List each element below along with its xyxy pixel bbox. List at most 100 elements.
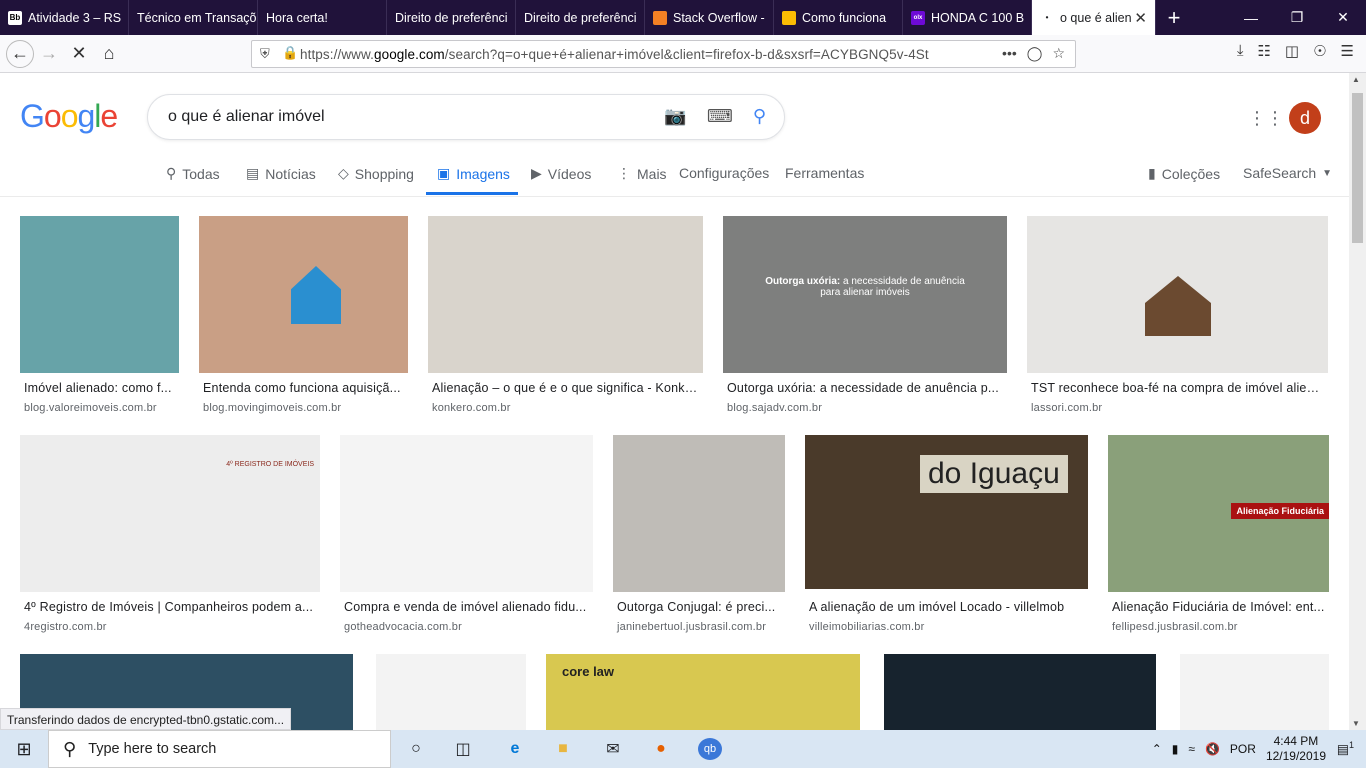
result-thumbnail[interactable]: Outorga uxória: a necessidade de anuênci… xyxy=(723,216,1007,373)
address-bar[interactable]: ⛨ 🔒 https://www.google.com/search?q=o+qu… xyxy=(251,40,1076,68)
file-explorer-icon[interactable]: ■ xyxy=(551,738,575,760)
lock-icon[interactable]: 🔒 xyxy=(282,45,298,61)
keyboard-icon[interactable]: ⌨ xyxy=(707,106,733,127)
bookmark-star-icon[interactable]: ☆ xyxy=(1052,45,1065,62)
tab-configuracoes[interactable]: Configurações xyxy=(679,165,769,181)
tab-imagens[interactable]: ▣ Imagens xyxy=(437,165,510,182)
tab-shopping[interactable]: ◇ Shopping xyxy=(338,165,414,182)
battery-icon[interactable]: ▮ xyxy=(1172,742,1179,756)
result-caption[interactable]: Outorga Conjugal: é preci... xyxy=(617,600,781,614)
result-thumbnail[interactable] xyxy=(199,216,408,373)
result-domain[interactable]: lassori.com.br xyxy=(1031,402,1102,414)
new-tab-button[interactable]: + xyxy=(1156,0,1192,35)
firefox-icon[interactable]: ● xyxy=(649,738,673,760)
browser-tab[interactable]: Como funciona xyxy=(774,0,903,35)
vertical-scrollbar[interactable]: ▲ ▼ xyxy=(1349,73,1366,730)
result-caption[interactable]: Alienação – o que é e o que significa - … xyxy=(432,381,699,395)
browser-tab[interactable]: • o que é alien ✕ xyxy=(1032,0,1156,35)
result-domain[interactable]: janinebertuol.jusbrasil.com.br xyxy=(617,621,766,633)
result-thumbnail[interactable] xyxy=(884,654,1156,730)
windows-start-icon[interactable]: ⊞ xyxy=(12,738,36,760)
browser-tab[interactable]: Direito de preferênci xyxy=(516,0,645,35)
result-thumbnail[interactable]: do Iguaçu xyxy=(805,435,1088,589)
download-icon[interactable]: ⤓ xyxy=(1237,42,1244,60)
notifications-icon[interactable]: ▤1 xyxy=(1337,740,1354,757)
wifi-icon[interactable]: ≈ xyxy=(1188,742,1195,756)
stop-loading-icon[interactable]: ✕ xyxy=(64,39,94,69)
page-actions-icon[interactable]: ••• xyxy=(1002,45,1017,62)
result-thumbnail[interactable] xyxy=(613,435,785,592)
clock[interactable]: 4:44 PM 12/19/2019 xyxy=(1266,734,1326,764)
result-domain[interactable]: fellipesd.jusbrasil.com.br xyxy=(1112,621,1238,633)
result-thumbnail[interactable] xyxy=(1027,216,1328,373)
result-domain[interactable]: gotheadvocacia.com.br xyxy=(344,621,462,633)
back-arrow-icon[interactable]: ← xyxy=(6,39,34,68)
search-icon[interactable]: ⚲ xyxy=(753,106,766,127)
browser-tab[interactable]: olx HONDA C 100 B xyxy=(903,0,1032,35)
safesearch-button[interactable]: SafeSearch ▼ xyxy=(1243,165,1332,181)
forward-arrow-icon[interactable]: → xyxy=(34,39,64,69)
browser-tab[interactable]: Bb Atividade 3 – RS xyxy=(0,0,129,35)
browser-tab[interactable]: Stack Overflow - xyxy=(645,0,774,35)
shield-icon[interactable]: ⛨ xyxy=(260,46,270,62)
result-thumbnail[interactable] xyxy=(20,216,179,373)
result-domain[interactable]: blog.sajadv.com.br xyxy=(727,402,822,414)
tab-ferramentas[interactable]: Ferramentas xyxy=(785,165,864,181)
home-icon[interactable]: ⌂ xyxy=(94,39,124,69)
result-thumbnail[interactable]: core law xyxy=(546,654,860,730)
scroll-down-icon[interactable]: ▼ xyxy=(1352,719,1360,728)
url-text[interactable]: https://www.google.com/search?q=o+que+é+… xyxy=(300,47,940,62)
browser-tab[interactable]: Hora certa! xyxy=(258,0,387,35)
result-thumbnail[interactable]: 4º REGISTRO DE IMÓVEIS xyxy=(20,435,320,592)
avatar[interactable]: d xyxy=(1289,102,1321,134)
scrollbar-thumb[interactable] xyxy=(1352,93,1363,243)
result-caption[interactable]: A alienação de um imóvel Locado - villel… xyxy=(809,600,1084,614)
scroll-up-icon[interactable]: ▲ xyxy=(1352,75,1360,84)
minimize-icon[interactable]: — xyxy=(1228,0,1274,35)
result-thumbnail[interactable] xyxy=(428,216,703,373)
tab-mais[interactable]: ⋮ Mais xyxy=(617,165,667,182)
cortana-icon[interactable]: ○ xyxy=(404,738,428,760)
qbittorrent-icon[interactable]: qb xyxy=(698,738,722,760)
browser-tab[interactable]: Direito de preferênci xyxy=(387,0,516,35)
sidebar-icon[interactable]: ◫ xyxy=(1285,42,1299,60)
result-thumbnail[interactable]: Alienação Fiduciária xyxy=(1108,435,1329,592)
result-thumbnail[interactable] xyxy=(376,654,526,730)
browser-tab[interactable]: Técnico em Transaçõ xyxy=(129,0,258,35)
result-thumbnail[interactable] xyxy=(1180,654,1329,730)
result-caption[interactable]: Imóvel alienado: como f... xyxy=(24,381,175,395)
result-domain[interactable]: villeimobiliarias.com.br xyxy=(809,621,924,633)
taskbar-search-box[interactable]: ⚲ Type here to search xyxy=(48,730,391,768)
result-domain[interactable]: konkero.com.br xyxy=(432,402,511,414)
tab-noticias[interactable]: ▤ Notícias xyxy=(246,165,316,182)
edge-icon[interactable]: e xyxy=(503,738,527,760)
result-caption[interactable]: TST reconhece boa-fé na compra de imóvel… xyxy=(1031,381,1324,395)
search-box[interactable]: o que é alienar imóvel 📷 ⌨ ⚲ xyxy=(147,94,785,140)
search-query-input[interactable]: o que é alienar imóvel xyxy=(168,108,325,126)
result-domain[interactable]: blog.valoreimoveis.com.br xyxy=(24,402,157,414)
result-caption[interactable]: Entenda como funciona aquisiçã... xyxy=(203,381,404,395)
result-caption[interactable]: Alienação Fiduciária de Imóvel: ent... xyxy=(1112,600,1325,614)
task-view-icon[interactable]: ◫ xyxy=(451,738,475,760)
pocket-icon[interactable]: ◯ xyxy=(1027,45,1043,62)
tab-todas[interactable]: ⚲ Todas xyxy=(166,165,220,182)
chevron-up-icon[interactable]: ⌃ xyxy=(1152,742,1162,756)
google-logo[interactable]: Google xyxy=(20,98,118,135)
result-caption[interactable]: Outorga uxória: a necessidade de anuênci… xyxy=(727,381,1003,395)
result-domain[interactable]: 4registro.com.br xyxy=(24,621,107,633)
mail-icon[interactable]: ✉ xyxy=(601,738,625,760)
library-icon[interactable]: ☷ xyxy=(1257,42,1270,60)
close-tab-icon[interactable]: ✕ xyxy=(1134,9,1147,27)
result-caption[interactable]: 4º Registro de Imóveis | Companheiros po… xyxy=(24,600,316,614)
restore-icon[interactable]: ❐ xyxy=(1274,0,1320,35)
collections-button[interactable]: ▮ Coleções xyxy=(1148,165,1220,182)
camera-icon[interactable]: 📷 xyxy=(664,106,686,127)
language-indicator[interactable]: POR xyxy=(1230,742,1256,756)
volume-muted-icon[interactable]: 🔇 xyxy=(1205,742,1220,756)
close-window-icon[interactable]: ✕ xyxy=(1320,0,1366,35)
tab-videos[interactable]: ▶ Vídeos xyxy=(531,165,591,182)
account-icon[interactable]: ☉ xyxy=(1313,42,1326,60)
result-domain[interactable]: blog.movingimoveis.com.br xyxy=(203,402,341,414)
result-thumbnail[interactable] xyxy=(340,435,593,592)
hamburger-menu-icon[interactable]: ☰ xyxy=(1341,42,1354,60)
